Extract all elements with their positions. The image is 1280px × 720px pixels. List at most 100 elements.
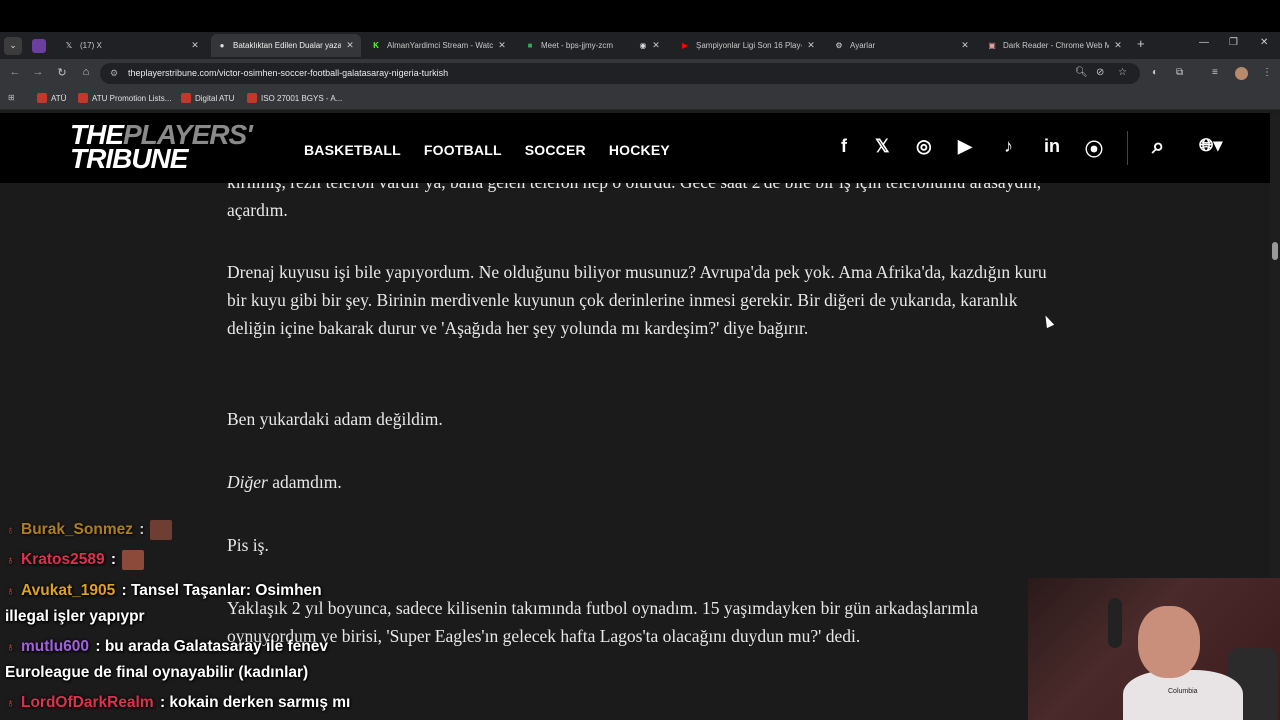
restore-button[interactable]: ❐ (1229, 37, 1238, 48)
back-button[interactable]: ← (8, 66, 22, 78)
bookmark-favicon (78, 93, 88, 103)
emote-icon (150, 520, 173, 540)
chat-text-continued: Euroleague de final oynayabilir (kadınla… (5, 664, 309, 681)
bookmark-digital-atu[interactable]: Digital ATU (181, 93, 234, 103)
webcam-overlay: Columbia (1028, 578, 1280, 720)
bookmark-atu-promotion[interactable]: ATU Promotion Lists... (78, 93, 171, 103)
site-header: THEPLAYERS' TRIBUNE BASKETBALL FOOTBALL … (0, 113, 1270, 183)
tab-group-icon[interactable] (32, 38, 46, 53)
home-button[interactable]: ⌂ (79, 66, 93, 78)
chat-username: Kratos2589 (21, 551, 105, 569)
tab-dark-reader[interactable]: ▣ Dark Reader - Chrome Web M ✕ (981, 34, 1129, 57)
bookmark-atu[interactable]: ATÜ (37, 93, 66, 103)
person-head (1138, 606, 1200, 678)
emphasis-text: Diğer (227, 472, 268, 492)
tab-medium[interactable]: ● Bataklıktan Edilen Dualar yaza ✕ (211, 34, 361, 57)
bookmark-label: Digital ATU (195, 93, 235, 103)
apps-grid-icon[interactable]: ⊞ (8, 93, 15, 102)
gear-icon: ⚙ (835, 41, 843, 50)
eye-off-icon[interactable]: ⊘ (1096, 67, 1104, 78)
tiktok-icon[interactable]: ♪ (1004, 136, 1013, 157)
close-icon[interactable]: ✕ (190, 40, 200, 51)
new-tab-button[interactable]: + (1137, 36, 1145, 51)
forward-button[interactable]: → (31, 66, 45, 78)
x-icon: 𝕏 (65, 41, 73, 50)
chat-text: : bu arada Galatasaray ile fenev (91, 638, 328, 655)
shirt-shape (1123, 670, 1243, 720)
article-paragraph: Diğer adamdım. (227, 468, 1047, 496)
tab-x[interactable]: 𝕏 (17) X ✕ (58, 34, 206, 57)
rss-icon[interactable]: ⦿ (1085, 136, 1103, 162)
media-control-icon[interactable]: ≡ (1212, 67, 1218, 78)
close-icon[interactable]: ✕ (806, 40, 816, 51)
zoom-icon[interactable]: 🔍︎ (1075, 67, 1088, 78)
chat-username: Burak_Sonmez (21, 521, 133, 539)
globe-icon[interactable]: 🌐︎▾ (1199, 135, 1222, 156)
more-menu-icon[interactable]: ⋮ (1262, 67, 1272, 78)
headset-shape (1108, 598, 1122, 648)
medium-icon: ● (219, 41, 225, 50)
header-divider (1127, 131, 1128, 165)
x-icon[interactable]: 𝕏 (875, 136, 890, 157)
close-icon[interactable]: ✕ (497, 40, 507, 51)
minimize-button[interactable]: — (1199, 37, 1209, 48)
site-info-icon[interactable]: ⚙ (110, 68, 121, 79)
tab-recording[interactable]: ◉ (632, 34, 672, 57)
tab-search-button[interactable]: ⌄ (4, 36, 22, 55)
bookmark-favicon (37, 93, 47, 103)
close-icon[interactable]: ✕ (960, 40, 970, 51)
chat-text-continued: illegal işler yapıypr (5, 608, 145, 625)
screen: ⌄ 𝕏 (17) X ✕ ● Bataklıktan Edilen Dualar… (0, 0, 1280, 720)
tab-youtube[interactable]: ▶ Şampiyonlar Ligi Son 16 Play- ✕ (674, 34, 822, 57)
tab-label: Bataklıktan Edilen Dualar yaza (233, 41, 341, 50)
emote-icon (122, 550, 145, 570)
tab-kick[interactable]: K AlmanYardimci Stream - Watc ✕ (365, 34, 513, 57)
puzzle-icon[interactable]: ⧉ (1176, 67, 1183, 78)
article-paragraph: Drenaj kuyusu işi bile yapıyordum. Ne ol… (227, 262, 1047, 338)
search-icon[interactable]: ⌕ (1152, 133, 1164, 159)
close-icon[interactable]: ✕ (1113, 40, 1123, 51)
tab-settings[interactable]: ⚙ Ayarlar ✕ (828, 34, 976, 57)
youtube-icon: ▶ (681, 41, 689, 50)
nav-soccer[interactable]: SOCCER (525, 142, 586, 158)
instagram-icon[interactable]: ◎ (916, 136, 932, 157)
chat-text: : (106, 551, 117, 569)
star-icon[interactable]: ☆ (1118, 67, 1127, 78)
bookmarks-bar: ⊞ ATÜ ATU Promotion Lists... Digital ATU… (0, 88, 1280, 110)
nav-basketball[interactable]: BASKETBALL (304, 142, 401, 158)
nav-hockey[interactable]: HOCKEY (609, 142, 670, 158)
close-window-button[interactable]: ✕ (1260, 37, 1268, 48)
linkedin-icon[interactable]: in (1044, 136, 1060, 157)
omnibox[interactable]: ⚙ theplayerstribune.com/victor-osimhen-s… (100, 63, 1140, 84)
chat-username: mutlu600 (21, 638, 90, 655)
chat-text: : kokain derken sarmış mı (155, 694, 351, 711)
badge-icon: ♁ (6, 640, 15, 654)
record-icon: ◉ (639, 41, 647, 50)
scrollbar-thumb[interactable] (1272, 242, 1278, 260)
tab-bar: ⌄ 𝕏 (17) X ✕ ● Bataklıktan Edilen Dualar… (0, 32, 1280, 59)
avatar[interactable] (1235, 67, 1248, 80)
youtube-icon[interactable]: ▶ (958, 136, 972, 157)
bookmark-label: ATU Promotion Lists... (92, 93, 172, 103)
main-nav: BASKETBALL FOOTBALL SOCCER HOCKEY (304, 142, 693, 158)
extension-icon[interactable]: ◐ (1152, 67, 1158, 78)
reload-button[interactable]: ↻ (55, 66, 69, 79)
url-text[interactable]: theplayerstribune.com/victor-osimhen-soc… (128, 68, 448, 78)
nav-football[interactable]: FOOTBALL (424, 142, 502, 158)
top-black-strip (0, 0, 1280, 32)
tab-label: (17) X (80, 41, 102, 50)
chat-message: ♁ LordOfDarkRealm : kokain derken sarmış … (6, 694, 350, 712)
chat-message: ♁ Burak_Sonmez : (6, 520, 173, 540)
facebook-icon[interactable]: f (841, 136, 847, 157)
chat-username: LordOfDarkRealm (21, 694, 154, 711)
site-logo[interactable]: THEPLAYERS' TRIBUNE (70, 121, 253, 173)
chat-message: ♁ Avukat_1905 : Tansel Taşanlar: Osimhen (6, 582, 322, 600)
close-icon[interactable]: ✕ (345, 40, 355, 51)
kick-icon: K (373, 41, 379, 50)
article-paragraph: kırılmış, rezil telefon vardır ya, bana … (227, 183, 1041, 220)
paragraph-rest: adamdım. (267, 472, 342, 492)
tab-label: AlmanYardimci Stream - Watc (387, 41, 493, 50)
chat-text: : Tansel Taşanlar: Osimhen (117, 582, 322, 599)
address-bar-row: ← → ↻ ⌂ ⚙ theplayerstribune.com/victor-o… (0, 59, 1280, 88)
bookmark-iso[interactable]: ISO 27001 BGYS - A... (247, 93, 342, 103)
